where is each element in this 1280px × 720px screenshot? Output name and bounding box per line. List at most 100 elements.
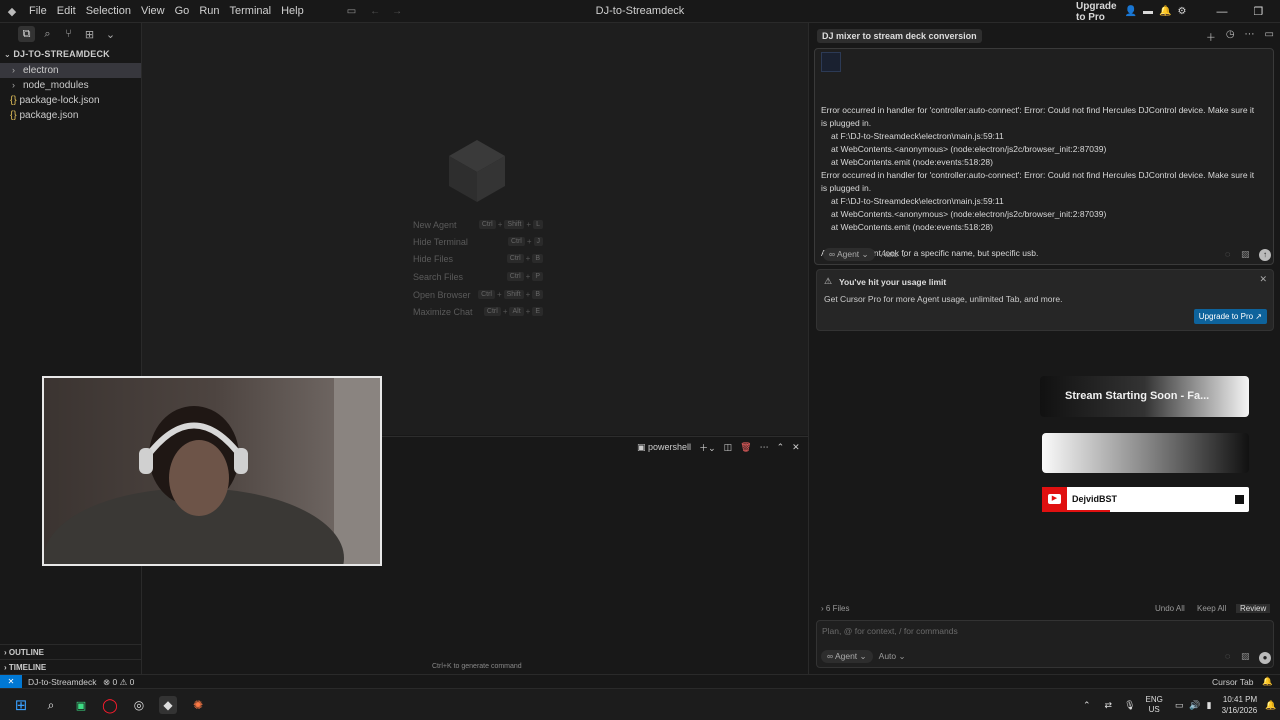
kbd-key: Shift <box>504 220 525 229</box>
user-message-text: Error occurred in handler for 'controlle… <box>821 104 1261 260</box>
cursor-tab-status[interactable]: Cursor Tab <box>1212 677 1253 687</box>
bell-icon[interactable]: 🔔 <box>1262 676 1273 687</box>
upgrade-to-pro-link[interactable]: Upgrade to Pro <box>1076 1 1117 23</box>
date-label: 3/16/2026 <box>1221 706 1258 715</box>
more-icon[interactable]: ⋯ <box>1245 29 1255 44</box>
tree-item-package-json[interactable]: {} package.json <box>0 108 141 123</box>
shortcut-hide-files[interactable]: Hide Files Ctrl + B <box>413 254 543 268</box>
shortcut-label: Open Browser <box>413 290 471 300</box>
menu-selection[interactable]: Selection <box>81 0 136 23</box>
menu-edit[interactable]: Edit <box>52 0 81 23</box>
history-icon[interactable]: ◷ <box>1226 29 1235 44</box>
region-label: US <box>1148 705 1160 714</box>
model-dropdown[interactable]: Auto ⌄ <box>879 651 906 662</box>
battery-icon[interactable]: ▮ <box>1207 700 1212 711</box>
keep-all-button[interactable]: Keep All <box>1197 604 1226 613</box>
panel-toggle-icon[interactable]: ▭ <box>1265 29 1274 44</box>
stop-square-icon <box>1235 495 1244 504</box>
gear-icon[interactable]: ⚙ <box>1177 6 1186 17</box>
message-line: is plugged in. <box>821 118 872 128</box>
upgrade-to-pro-button[interactable]: Upgrade to Pro ↗ <box>1193 309 1267 324</box>
source-control-icon[interactable]: ⑂ <box>60 26 77 42</box>
language-indicator[interactable]: ENG US <box>1146 695 1163 715</box>
shortcut-label: New Agent <box>413 220 457 230</box>
notifications-icon[interactable]: 🔔 <box>1265 700 1276 711</box>
problems-indicator[interactable]: ⊗ 0 ⚠ 0 <box>103 677 134 688</box>
menu-terminal[interactable]: Terminal <box>225 0 277 23</box>
menu-help[interactable]: Help <box>276 0 309 23</box>
chat-tab-title[interactable]: DJ mixer to stream deck conversion <box>817 29 982 43</box>
plus-icon[interactable]: ＋ <box>1206 29 1216 44</box>
volume-icon[interactable]: 🔊 <box>1189 700 1200 711</box>
account-icon[interactable]: 👤 <box>1125 6 1137 17</box>
more-icon[interactable]: ⋯ <box>760 442 769 453</box>
undo-all-button[interactable]: Undo All <box>1155 604 1185 613</box>
shortcut-search-files[interactable]: Search Files Ctrl + P <box>413 272 543 286</box>
chevron-up-icon[interactable]: ⌃ <box>777 442 785 453</box>
tree-item-node-modules[interactable]: › node_modules <box>0 78 141 93</box>
window-title: DJ-to-Streamdeck <box>595 5 685 17</box>
new-terminal-icon[interactable]: ＋⌄ <box>699 441 716 454</box>
menu-go[interactable]: Go <box>170 0 195 23</box>
remote-icon[interactable]: ✕ <box>0 675 22 689</box>
chat-icon[interactable]: ▬ <box>1143 6 1153 17</box>
chevron-up-icon[interactable]: ⌃ <box>1083 700 1091 711</box>
claude-app-icon[interactable]: ✺ <box>189 696 207 714</box>
obs-icon[interactable]: ◎ <box>130 696 148 714</box>
opera-browser-icon[interactable]: ◯ <box>101 696 119 714</box>
explorer-root[interactable]: ⌄ DJ-TO-STREAMDECK <box>0 45 141 63</box>
shortcut-label: Maximize Chat <box>413 307 473 317</box>
app-green-icon[interactable]: ▣ <box>72 696 90 714</box>
menu-file[interactable]: File <box>24 0 52 23</box>
trash-icon[interactable]: 🗑 <box>740 442 751 453</box>
menu-view[interactable]: View <box>136 0 170 23</box>
user-message-box[interactable]: Error occurred in handler for 'controlle… <box>814 48 1274 265</box>
minimize-icon[interactable]: — <box>1216 6 1227 18</box>
shortcut-open-browser[interactable]: Open Browser Ctrl + Shift + B <box>413 290 543 304</box>
network-icon[interactable]: ▭ <box>1175 700 1184 711</box>
files-icon[interactable]: ⧉ <box>18 26 35 42</box>
forward-arrow-icon[interactable]: → <box>392 6 402 17</box>
chevron-down-icon[interactable]: ⌄ <box>102 26 119 42</box>
shortcut-maximize-chat[interactable]: Maximize Chat Ctrl + Alt + E <box>413 307 543 321</box>
search-icon[interactable]: ⌕ <box>39 26 56 42</box>
shortcut-hide-terminal[interactable]: Hide Terminal Ctrl + J <box>413 237 543 251</box>
agent-mode-dropdown[interactable]: ∞ Agent ⌄ <box>823 248 875 261</box>
chat-input[interactable]: Plan, @ for context, / for commands ∞ Ag… <box>816 620 1274 668</box>
tree-item-electron[interactable]: › electron <box>0 63 141 78</box>
maximize-icon[interactable]: ❐ <box>1253 5 1263 18</box>
sync-icon[interactable]: ⇄ <box>1105 700 1113 711</box>
cursor-app-icon[interactable]: ◆ <box>159 696 177 714</box>
windows-start-icon[interactable]: ⊞ <box>12 696 30 714</box>
review-button[interactable]: Review <box>1236 604 1271 613</box>
toggle-sidebar-icon[interactable]: ▭ <box>347 6 356 17</box>
search-icon[interactable]: ⌕ <box>42 696 60 714</box>
shortcut-label: Search Files <box>413 272 464 282</box>
files-toggle[interactable]: › 6 Files <box>821 604 849 613</box>
terminal-shell-tab[interactable]: ▣ powershell <box>637 442 691 453</box>
tree-item-package-lock[interactable]: {} package-lock.json <box>0 93 141 108</box>
send-button[interactable]: ↑ <box>1259 249 1271 261</box>
microphone-button[interactable]: ● <box>1259 652 1271 664</box>
clock[interactable]: 10:41 PM 3/16/2026 <box>1222 694 1258 716</box>
menu-run[interactable]: Run <box>194 0 224 23</box>
timeline-section[interactable]: › TIMELINE <box>0 659 142 674</box>
outline-section[interactable]: › OUTLINE <box>0 644 142 659</box>
image-attach-icon[interactable]: ▨ <box>1241 651 1250 662</box>
back-arrow-icon[interactable]: ← <box>370 6 380 17</box>
split-terminal-icon[interactable]: ◫ <box>724 442 733 453</box>
status-project-name[interactable]: DJ-to-Streamdeck <box>28 677 97 687</box>
close-icon[interactable]: ✕ <box>792 442 800 453</box>
shortcut-new-agent[interactable]: New Agent Ctrl + Shift + L <box>413 220 543 234</box>
generate-command-hint: Ctrl+K to generate command <box>432 663 522 670</box>
agent-mode-dropdown[interactable]: ∞ Agent ⌄ <box>821 650 873 663</box>
files-count-label: 6 Files <box>825 604 850 613</box>
image-attach-icon[interactable]: ▨ <box>1241 249 1250 260</box>
notification-icon[interactable]: 🔔 <box>1159 6 1171 17</box>
model-dropdown[interactable]: Auto ⌄ <box>881 249 908 260</box>
extensions-icon[interactable]: ⊞ <box>81 26 98 42</box>
model-label: Auto <box>880 249 899 259</box>
close-icon[interactable]: ✕ <box>1259 274 1267 285</box>
attached-image-thumbnail[interactable] <box>821 52 841 72</box>
microphone-icon[interactable]: 🎙 <box>1124 700 1135 711</box>
